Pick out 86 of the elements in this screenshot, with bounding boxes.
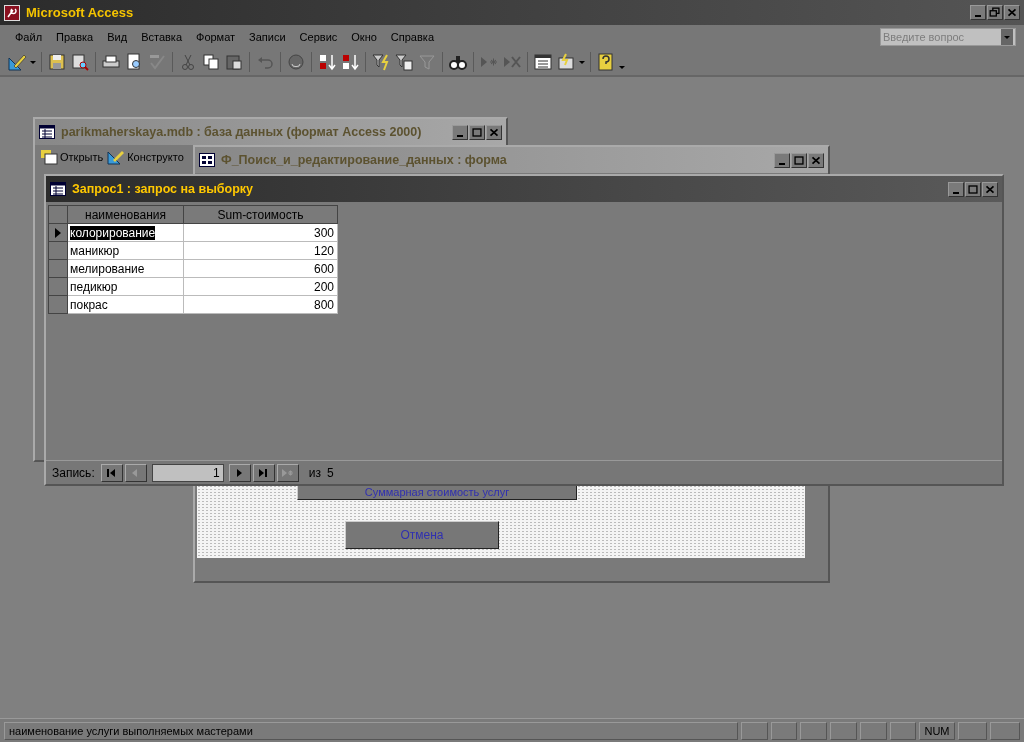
table-cell: 300	[183, 223, 338, 242]
copy-button[interactable]	[200, 51, 222, 73]
paste-icon	[224, 52, 244, 72]
new-record-icon	[281, 466, 295, 479]
save-button[interactable]	[46, 51, 68, 73]
of-label: из	[308, 464, 321, 482]
menu-item[interactable]: Справка	[383, 26, 441, 48]
sort-ascending-icon	[317, 52, 337, 72]
dropdown-arrow-icon	[579, 60, 585, 64]
menu-item[interactable]: Записи	[242, 26, 293, 48]
cell-text: маникюр	[70, 243, 120, 258]
minimize-button[interactable]	[774, 152, 790, 168]
design-view-icon	[7, 52, 27, 72]
first-record-button[interactable]	[100, 463, 123, 482]
status-indicator: NUM	[919, 721, 955, 740]
new-object-icon	[556, 52, 576, 72]
file-search-button[interactable]	[69, 51, 91, 73]
filter-selection-icon	[371, 52, 391, 72]
menu-item[interactable]: Файл	[8, 26, 50, 48]
menu-item[interactable]: Формат	[189, 26, 243, 48]
form-icon	[199, 153, 215, 167]
sort-descending-icon	[340, 52, 360, 72]
filter-form-icon	[394, 52, 414, 72]
record-count: 5	[326, 464, 334, 482]
app-logo-icon	[4, 4, 20, 21]
close-button[interactable]	[808, 152, 824, 168]
help-icon	[596, 52, 616, 72]
open-button[interactable]: Открыть	[39, 149, 105, 166]
maximize-button[interactable]	[965, 181, 981, 197]
close-button[interactable]	[1004, 5, 1020, 20]
query-icon	[50, 182, 66, 196]
new-object-button[interactable]	[555, 51, 577, 73]
restore-button[interactable]	[987, 5, 1003, 20]
current-row-icon	[54, 227, 62, 240]
database-icon	[39, 125, 55, 139]
cell-text: покрас	[70, 297, 108, 312]
filter-icon	[417, 52, 437, 72]
database-window-icon	[533, 52, 553, 72]
dropdown-arrow-icon	[619, 65, 625, 69]
column-header[interactable]: Sum-стоимость	[183, 205, 338, 224]
status-text: наименование услуги выполняемых мастерами	[4, 721, 738, 740]
dropdown-arrow-icon	[30, 60, 36, 64]
minimize-button[interactable]	[452, 124, 468, 140]
copy-icon	[201, 52, 221, 72]
save-icon	[47, 52, 67, 72]
record-number-field[interactable]: 1	[151, 463, 224, 482]
design-button[interactable]: Конструкто	[106, 149, 185, 166]
menu-item[interactable]: Окно	[344, 26, 384, 48]
restore-icon	[988, 5, 1002, 20]
database-window-button[interactable]	[532, 51, 554, 73]
cell-text: педикюр	[70, 279, 118, 294]
minimize-button[interactable]	[970, 5, 986, 20]
menu-item[interactable]: Правка	[49, 26, 101, 48]
select-all-cell[interactable]	[48, 205, 68, 224]
design-icon	[107, 149, 126, 166]
maximize-button[interactable]	[469, 124, 485, 140]
table-cell: 200	[183, 277, 338, 296]
table-cell: 800	[183, 295, 338, 314]
table-cell: 600	[183, 259, 338, 278]
menu-item[interactable]: Вставка	[134, 26, 189, 48]
maximize-button[interactable]	[791, 152, 807, 168]
menu-item[interactable]: Вид	[100, 26, 135, 48]
minimize-icon	[457, 134, 463, 137]
record-label: Запись:	[52, 464, 95, 482]
next-record-button[interactable]	[228, 463, 251, 482]
filter-form-button[interactable]	[393, 51, 415, 73]
table-cell: 120	[183, 241, 338, 260]
window-title: Запрос1 : запрос на выборку	[72, 180, 254, 198]
help-question-field[interactable]: Введите вопрос	[880, 28, 1016, 46]
open-icon	[40, 149, 58, 166]
minimize-button[interactable]	[948, 181, 964, 197]
last-record-button[interactable]	[252, 463, 275, 482]
minimize-icon	[975, 15, 981, 17]
spelling-icon	[147, 52, 167, 72]
window-title: Ф_Поиск_и_редактирование_данных : форма	[221, 151, 507, 169]
app-title: Microsoft Access	[26, 3, 134, 22]
window-title: parikmaherskaya.mdb : база данных (формат Access 2000)	[61, 123, 422, 141]
column-header[interactable]: наименования	[67, 205, 184, 224]
minimize-icon	[779, 162, 785, 165]
cell-text: мелирование	[70, 261, 145, 276]
minimize-icon	[953, 191, 959, 194]
close-button[interactable]	[486, 124, 502, 140]
menu-item[interactable]: Сервис	[292, 26, 345, 48]
file-search-icon	[70, 52, 90, 72]
cell-text: колорирование	[70, 225, 156, 240]
close-button[interactable]	[982, 181, 998, 197]
